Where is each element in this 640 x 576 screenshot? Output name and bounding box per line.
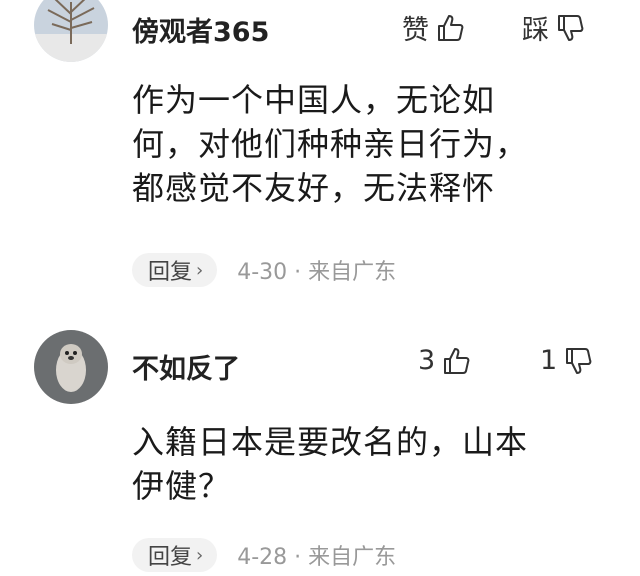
chevron-right-icon: ›	[196, 259, 204, 281]
like-button[interactable]: 3	[418, 345, 471, 376]
thumbs-up-icon	[435, 13, 465, 43]
thumbs-up-icon	[441, 346, 471, 376]
comment-text-line: 伊健？	[132, 467, 232, 505]
date-location: 4-28 · 来自广东	[237, 545, 397, 570]
avatar[interactable]	[34, 0, 108, 62]
username[interactable]: 不如反了	[132, 347, 240, 386]
comment-meta: 回复 › 4-30 · 来自广东	[132, 253, 396, 287]
username[interactable]: 傍观者365	[132, 10, 269, 49]
reply-label: 回复	[148, 545, 193, 570]
dislike-button[interactable]: 踩	[522, 8, 585, 47]
comment-text-line: 入籍日本是要改名的，山本	[132, 423, 529, 461]
avatar[interactable]	[34, 330, 108, 404]
comment-text: 入籍日本是要改名的，山本 伊健？	[132, 420, 602, 508]
reply-label: 回复	[148, 260, 193, 285]
comment-text-line: 何，对他们种种亲日行为，	[132, 125, 529, 163]
thumbs-down-icon	[563, 346, 593, 376]
reply-button[interactable]: 回复 ›	[132, 253, 218, 287]
comment-meta: 回复 › 4-28 · 来自广东	[132, 538, 396, 572]
comment-text-line: 都感觉不友好，无法释怀	[132, 169, 496, 207]
dislike-button[interactable]: 1	[540, 345, 593, 376]
dislike-count: 1	[540, 345, 558, 376]
like-label: 赞	[402, 15, 429, 46]
chevron-right-icon: ›	[196, 544, 204, 566]
reply-button[interactable]: 回复 ›	[132, 538, 218, 572]
comment-text: 作为一个中国人，无论如 何，对他们种种亲日行为， 都感觉不友好，无法释怀	[132, 78, 602, 210]
dislike-label: 踩	[522, 15, 549, 46]
like-button[interactable]: 赞	[402, 8, 465, 47]
comment-text-line: 作为一个中国人，无论如	[132, 81, 496, 119]
like-count: 3	[418, 345, 436, 376]
thumbs-down-icon	[555, 13, 585, 43]
date-location: 4-30 · 来自广东	[237, 260, 397, 285]
